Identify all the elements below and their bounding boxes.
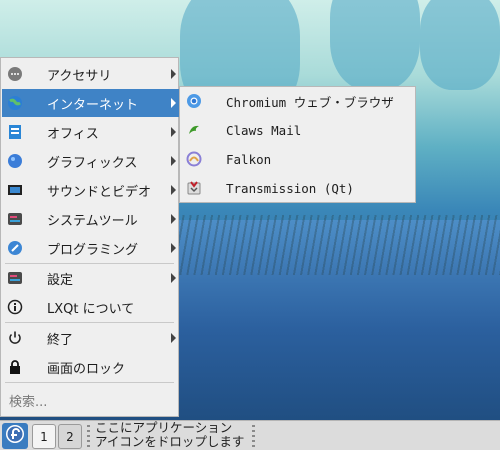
chromium-icon	[186, 93, 202, 109]
menu-item-quit[interactable]: 終了	[2, 324, 179, 352]
quicklaunch-hint-line1: ここにアプリケーション	[95, 420, 233, 435]
submenu-item-falkon[interactable]: Falkon	[181, 145, 414, 173]
wallpaper-grass	[140, 215, 500, 275]
submenu-item-label: Chromium ウェブ・ブラウザ	[226, 94, 394, 110]
falkon-icon	[186, 151, 202, 167]
submenu-item-transmission[interactable]: Transmission (Qt)	[181, 174, 414, 202]
graphics-icon	[7, 153, 23, 169]
menu-item-settings[interactable]: 設定	[2, 264, 179, 292]
submenu-arrow-icon	[171, 69, 176, 79]
submenu-item-label: Transmission (Qt)	[226, 180, 354, 196]
menu-item-label: アクセサリ	[47, 68, 112, 84]
menu-item-about-lxqt[interactable]: LXQt について	[2, 293, 179, 321]
submenu-item-claws-mail[interactable]: Claws Mail	[181, 116, 414, 144]
menu-item-office[interactable]: オフィス	[2, 118, 179, 146]
menu-item-lock-screen[interactable]: 画面のロック	[2, 353, 179, 381]
menu-item-label: インターネット	[47, 97, 139, 113]
internet-icon	[7, 95, 23, 111]
menu-item-label: システムツール	[47, 213, 138, 229]
settings-icon	[7, 270, 23, 286]
submenu-arrow-icon	[171, 127, 176, 137]
menu-item-accessories[interactable]: アクセサリ	[2, 60, 179, 88]
office-icon	[7, 124, 23, 140]
submenu-arrow-icon	[171, 273, 176, 283]
accessories-icon	[7, 66, 23, 82]
menu-item-label: 終了	[47, 332, 74, 348]
submenu-arrow-icon	[171, 333, 176, 343]
menu-item-label: グラフィックス	[47, 155, 138, 171]
menu-item-internet[interactable]: インターネット	[2, 89, 179, 117]
submenu-arrow-icon	[171, 214, 176, 224]
transmission-icon	[186, 180, 202, 196]
submenu-arrow-icon	[171, 156, 176, 166]
wallpaper-tree	[330, 0, 420, 90]
submenu-item-label: Falkon	[226, 151, 272, 167]
sound-video-icon	[7, 182, 23, 198]
claws-mail-icon	[186, 122, 202, 138]
submenu-arrow-icon	[171, 185, 176, 195]
programming-icon	[7, 240, 23, 256]
menu-search-input[interactable]: 検索...	[9, 391, 47, 410]
menu-item-label: オフィス	[47, 126, 99, 142]
menu-item-label: プログラミング	[47, 242, 139, 258]
info-icon	[7, 299, 23, 315]
menu-item-label: サウンドとビデオ	[47, 184, 152, 200]
menu-item-system-tools[interactable]: システムツール	[2, 205, 179, 233]
menu-separator	[5, 382, 174, 383]
system-tools-icon	[7, 211, 23, 227]
application-menu: アクセサリ インターネット オフィス グラフィックス サウンドとビデオ システム	[0, 57, 179, 417]
panel-grip-handle[interactable]	[252, 425, 255, 447]
power-icon	[7, 330, 23, 346]
start-menu-button[interactable]	[2, 423, 28, 449]
panel-grip-handle[interactable]	[87, 425, 90, 447]
desktop-switcher-1[interactable]: 1	[32, 424, 56, 449]
menu-item-label: 設定	[47, 272, 74, 288]
taskbar-panel: 1 2 ここにアプリケーション アイコンをドロップします	[0, 420, 500, 450]
menu-item-label: 画面のロック	[47, 361, 126, 377]
quicklaunch-hint: ここにアプリケーション アイコンをドロップします	[95, 421, 244, 449]
submenu-arrow-icon	[171, 243, 176, 253]
internet-submenu: Chromium ウェブ・ブラウザ Claws Mail Falkon Tran…	[179, 86, 416, 203]
menu-item-programming[interactable]: プログラミング	[2, 234, 179, 262]
submenu-arrow-icon	[171, 98, 176, 108]
submenu-item-chromium[interactable]: Chromium ウェブ・ブラウザ	[181, 87, 414, 115]
lock-icon	[7, 359, 23, 375]
quicklaunch-hint-line2: アイコンをドロップします	[95, 434, 245, 449]
wallpaper-tree	[420, 0, 500, 90]
menu-separator	[5, 322, 174, 323]
menu-item-label: LXQt について	[47, 301, 135, 317]
menu-item-sound-video[interactable]: サウンドとビデオ	[2, 176, 179, 204]
submenu-item-label: Claws Mail	[226, 122, 302, 138]
menu-item-graphics[interactable]: グラフィックス	[2, 147, 179, 175]
desktop-switcher-2[interactable]: 2	[58, 424, 82, 449]
fedora-logo-icon	[5, 424, 25, 448]
